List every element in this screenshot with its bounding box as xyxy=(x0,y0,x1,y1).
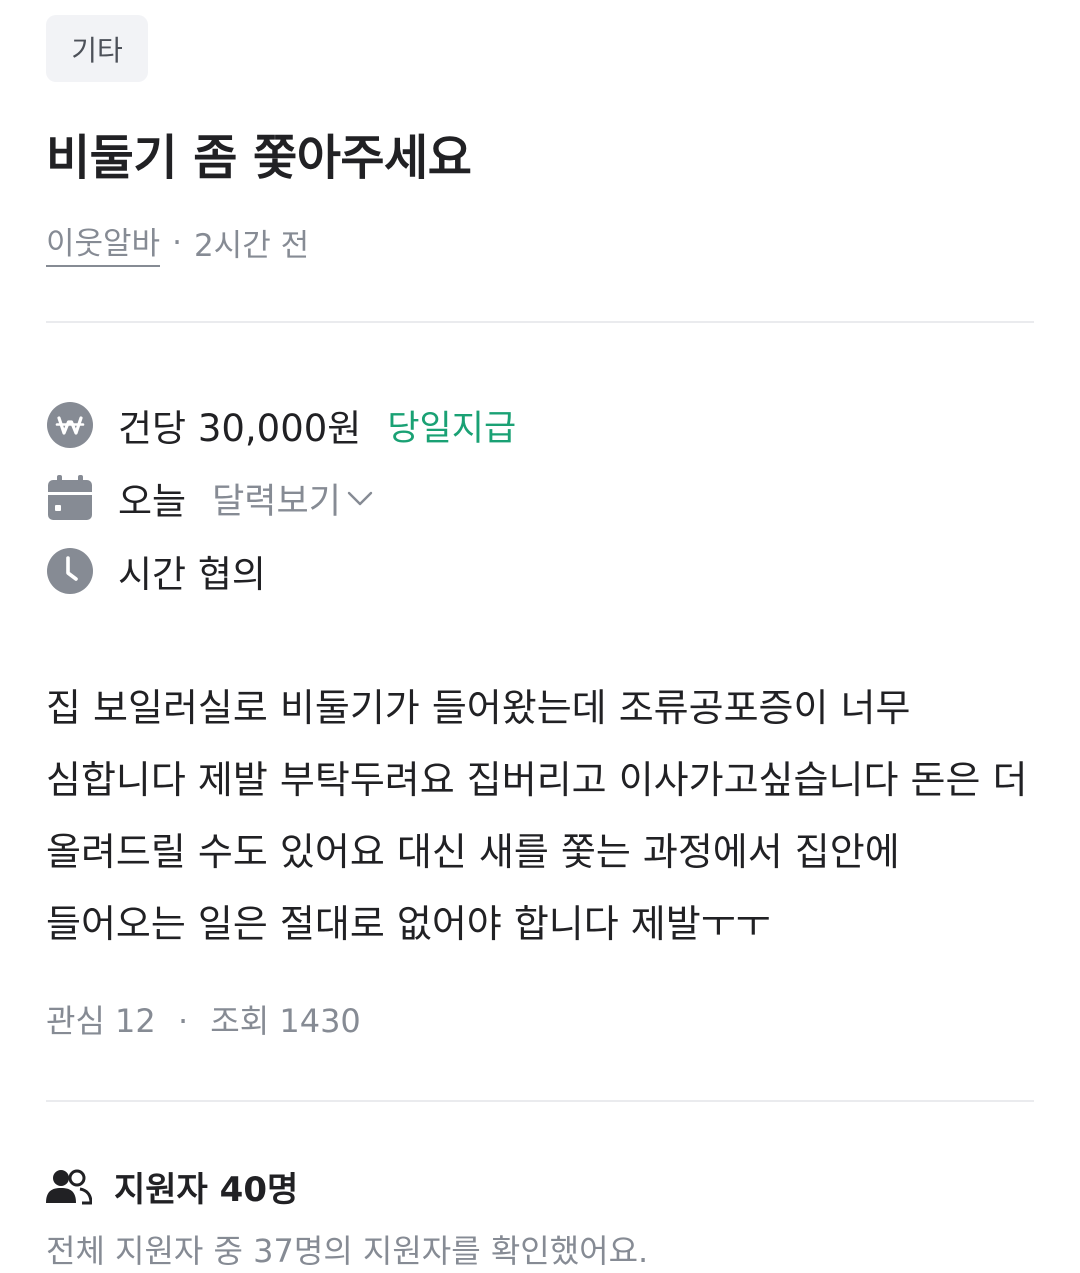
calendar-link-label: 달력보기 xyxy=(212,481,341,522)
date-text: 오늘 xyxy=(118,480,187,523)
post-stats: 관심 12 · 조회 1430 xyxy=(46,996,361,1042)
applicants-header: 지원자 40명 xyxy=(46,1162,298,1211)
post-time: 2시간 전 xyxy=(193,228,310,264)
calendar-icon xyxy=(46,474,94,522)
clock-icon xyxy=(46,547,94,595)
job-post-page: 기타 비둘기 좀 쫓아주세요 이웃알바 · 2시간 전 건당 30,000원 당… xyxy=(0,0,1080,1273)
divider xyxy=(46,321,1034,323)
view-count: 조회 1430 xyxy=(210,1002,361,1040)
interest-count: 관심 12 xyxy=(46,1002,156,1040)
divider xyxy=(46,1100,1034,1102)
won-icon xyxy=(46,401,94,449)
calendar-link[interactable]: 달력보기 xyxy=(212,473,375,524)
chevron-down-icon xyxy=(347,491,373,506)
date-row: 오늘 달력보기 xyxy=(46,471,375,525)
time-row: 시간 협의 xyxy=(46,544,266,598)
applicants-title: 지원자 40명 xyxy=(114,1170,299,1210)
stats-separator: · xyxy=(177,1002,189,1040)
category-badge[interactable]: 기타 xyxy=(46,15,148,82)
users-icon xyxy=(46,1169,92,1205)
post-body: 집 보일러실로 비둘기가 들어왔는데 조류공포증이 너무 심합니다 제발 부탁두… xyxy=(46,686,1028,946)
author-link[interactable]: 이웃알바 xyxy=(46,218,161,267)
pay-amount: 건당 30,000원 xyxy=(118,407,362,450)
pay-badge: 당일지급 xyxy=(387,408,517,449)
applicants-description: 전체 지원자 중 37명의 지원자를 확인했어요. xyxy=(46,1232,649,1270)
post-meta: 이웃알바 · 2시간 전 xyxy=(46,218,309,267)
page-title: 비둘기 좀 쫓아주세요 xyxy=(46,130,472,186)
meta-separator: · xyxy=(172,224,182,261)
time-text: 시간 협의 xyxy=(118,553,266,596)
pay-row: 건당 30,000원 당일지급 xyxy=(46,398,516,452)
